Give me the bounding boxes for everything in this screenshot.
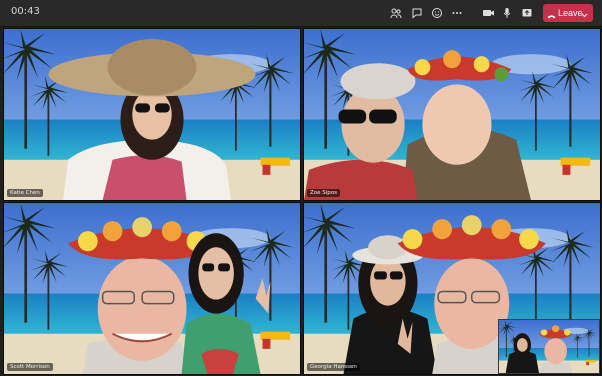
video-tile[interactable]: Zoe Sipos: [303, 28, 601, 201]
participant-name: Zoe Sipos: [307, 189, 341, 197]
participants-icon[interactable]: [387, 4, 405, 22]
leave-button[interactable]: Leave: [543, 4, 593, 22]
video-tile[interactable]: Scott Morrison: [3, 202, 301, 375]
mic-icon[interactable]: [498, 4, 516, 22]
camera-icon[interactable]: [479, 4, 497, 22]
video-tile[interactable]: Katie Chen: [3, 28, 301, 201]
video-feed: [304, 29, 600, 200]
participant-name: Katie Chen: [7, 189, 43, 197]
phone-icon: [547, 8, 556, 26]
participant-name: Georgia Hanssen: [307, 363, 360, 371]
leave-label: Leave: [558, 8, 583, 18]
more-icon[interactable]: [448, 4, 466, 22]
meeting-toolbar: 00:43 Leave: [0, 0, 602, 27]
participant-name: Scott Morrison: [7, 363, 53, 371]
video-feed: [4, 29, 300, 200]
meeting-timer: 00:43: [11, 6, 40, 17]
self-view-feed: [499, 320, 599, 373]
reactions-icon[interactable]: [428, 4, 446, 22]
chat-icon[interactable]: [408, 4, 426, 22]
video-feed: [4, 203, 300, 374]
share-icon[interactable]: [518, 4, 536, 22]
self-view[interactable]: [498, 319, 600, 374]
chevron-down-icon[interactable]: [580, 7, 589, 25]
